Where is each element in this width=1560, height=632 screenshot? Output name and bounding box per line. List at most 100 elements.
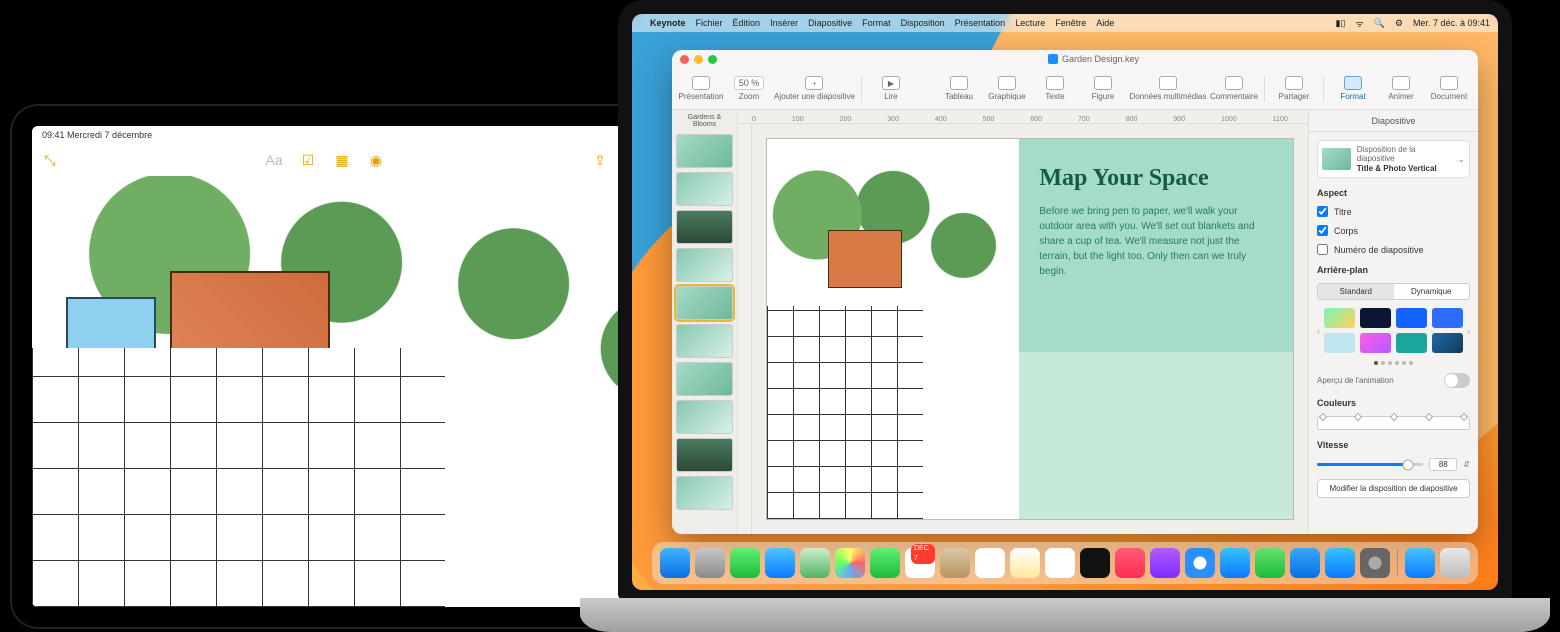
dock-music[interactable] <box>1115 548 1145 578</box>
tb-add-slide[interactable]: + Ajouter une diapositive <box>774 76 855 101</box>
slide-thumb-8[interactable] <box>676 400 733 434</box>
menu-aide[interactable]: Aide <box>1096 18 1114 28</box>
dock-downloads[interactable] <box>1405 548 1435 578</box>
menu-presentation[interactable]: Présentation <box>955 18 1006 28</box>
camera-icon[interactable]: ◉ <box>366 150 386 170</box>
checkbox-slidenum-input[interactable] <box>1317 244 1328 255</box>
menu-fenetre[interactable]: Fenêtre <box>1055 18 1086 28</box>
dock-reminders[interactable] <box>975 548 1005 578</box>
swatch-next-icon[interactable]: › <box>1467 326 1470 336</box>
menu-inserer[interactable]: Insérer <box>770 18 798 28</box>
dock-appstore[interactable] <box>1220 548 1250 578</box>
checklist-icon[interactable]: ☑ <box>298 150 318 170</box>
menu-format[interactable]: Format <box>862 18 891 28</box>
text-style-icon[interactable]: Aa <box>264 150 284 170</box>
colors-gradient[interactable] <box>1317 416 1470 430</box>
checkbox-slidenum[interactable]: Numéro de diapositive <box>1317 244 1470 255</box>
dock[interactable]: DÉC 7 <box>652 542 1478 584</box>
tb-comment[interactable]: Commentaire <box>1210 76 1258 101</box>
slide-content[interactable]: Map Your Space Before we bring pen to pa… <box>766 138 1294 520</box>
bg-swatch[interactable] <box>1432 308 1463 328</box>
tb-format[interactable]: Format <box>1330 76 1376 101</box>
dock-launchpad[interactable] <box>695 548 725 578</box>
slide-thumb-2[interactable] <box>676 172 733 206</box>
slide-thumb-4[interactable] <box>676 248 733 282</box>
anim-preview-toggle[interactable] <box>1444 373 1470 388</box>
dock-freeform[interactable] <box>1045 548 1075 578</box>
table-icon[interactable]: ▦ <box>332 150 352 170</box>
slide-thumb-6[interactable] <box>676 324 733 358</box>
speed-value[interactable]: 88 <box>1429 458 1457 471</box>
seg-dynamic[interactable]: Dynamique <box>1394 284 1470 299</box>
tb-media[interactable]: Données multimédias <box>1128 76 1208 101</box>
minimize-icon[interactable] <box>694 55 703 64</box>
tb-chart[interactable]: Graphique <box>984 76 1030 101</box>
dock-trash[interactable] <box>1440 548 1470 578</box>
checkbox-body-input[interactable] <box>1317 225 1328 236</box>
slide-title[interactable]: Map Your Space <box>1039 165 1273 192</box>
bg-swatch[interactable] <box>1396 308 1427 328</box>
speed-knob[interactable] <box>1403 459 1414 470</box>
inspector-tab-diapositive[interactable]: Diapositive <box>1309 110 1478 132</box>
dock-tv[interactable] <box>1080 548 1110 578</box>
dock-keynote[interactable] <box>1290 548 1320 578</box>
menu-fichier[interactable]: Fichier <box>696 18 723 28</box>
stepper-icon[interactable]: ⇵ <box>1463 460 1470 469</box>
collapse-icon[interactable]: ⤡ <box>40 150 60 170</box>
checkbox-title[interactable]: Titre <box>1317 206 1470 217</box>
slide-thumb-3[interactable] <box>676 210 733 244</box>
zoom-icon[interactable] <box>708 55 717 64</box>
menubar-app[interactable]: Keynote <box>650 18 686 28</box>
dock-contacts[interactable] <box>940 548 970 578</box>
checkbox-body[interactable]: Corps <box>1317 225 1470 236</box>
dock-maps[interactable] <box>800 548 830 578</box>
seg-standard[interactable]: Standard <box>1318 284 1394 299</box>
bg-swatch[interactable] <box>1360 333 1391 353</box>
speed-slider[interactable]: 88 ⇵ <box>1317 458 1470 471</box>
bg-swatch[interactable] <box>1324 333 1355 353</box>
battery-icon[interactable]: ▮▯ <box>1336 18 1346 29</box>
dock-messages[interactable] <box>730 548 760 578</box>
dock-mail[interactable] <box>765 548 795 578</box>
bg-swatch[interactable] <box>1360 308 1391 328</box>
dock-calendar[interactable]: DÉC 7 <box>905 548 935 578</box>
tb-text[interactable]: Texte <box>1032 76 1078 101</box>
swatch-prev-icon[interactable]: ‹ <box>1317 326 1320 336</box>
menu-disposition[interactable]: Disposition <box>901 18 945 28</box>
slide-thumb-5[interactable] <box>676 286 733 320</box>
close-icon[interactable] <box>680 55 689 64</box>
tb-play[interactable]: ▶ Lire <box>868 76 914 101</box>
tb-animate[interactable]: Animer <box>1378 76 1424 101</box>
menu-diapositive[interactable]: Diapositive <box>808 18 852 28</box>
slide-thumb-7[interactable] <box>676 362 733 396</box>
tb-presentation[interactable]: Présentation <box>678 76 724 101</box>
wifi-icon[interactable]: ᯤ <box>1355 17 1363 30</box>
dock-podcasts[interactable] <box>1150 548 1180 578</box>
tb-shape[interactable]: Figure <box>1080 76 1126 101</box>
slide-navigator[interactable]: Gardens & Blooms <box>672 110 738 534</box>
slide-thumb-10[interactable] <box>676 476 733 510</box>
menu-edition[interactable]: Édition <box>733 18 761 28</box>
background-segment[interactable]: Standard Dynamique <box>1317 283 1470 300</box>
speed-track[interactable] <box>1317 463 1423 466</box>
slide-thumb-1[interactable] <box>676 134 733 168</box>
control-center-icon[interactable]: ⚙ <box>1395 18 1403 29</box>
dock-finder[interactable] <box>660 548 690 578</box>
spotlight-icon[interactable]: 🔍 <box>1374 18 1385 29</box>
slide-image[interactable] <box>767 139 1019 519</box>
dock-safari[interactable] <box>1185 548 1215 578</box>
slide-text-block[interactable]: Map Your Space Before we bring pen to pa… <box>1019 139 1293 519</box>
slide-editor[interactable]: Map Your Space Before we bring pen to pa… <box>752 124 1308 534</box>
dock-facetime[interactable] <box>870 548 900 578</box>
tb-zoom[interactable]: 50 % Zoom <box>726 76 772 101</box>
tb-document[interactable]: Document <box>1426 76 1472 101</box>
document-title[interactable]: Garden Design.key <box>1048 54 1139 64</box>
menubar-clock[interactable]: Mer. 7 déc. à 09:41 <box>1413 18 1490 28</box>
dock-settings[interactable] <box>1360 548 1390 578</box>
menu-lecture[interactable]: Lecture <box>1015 18 1045 28</box>
window-titlebar[interactable]: Garden Design.key <box>672 50 1478 68</box>
tb-table[interactable]: Tableau <box>936 76 982 101</box>
bg-swatch[interactable] <box>1396 333 1427 353</box>
layout-picker[interactable]: Disposition de la diapositive Title & Ph… <box>1317 140 1470 178</box>
tb-share[interactable]: Partager <box>1271 76 1317 101</box>
